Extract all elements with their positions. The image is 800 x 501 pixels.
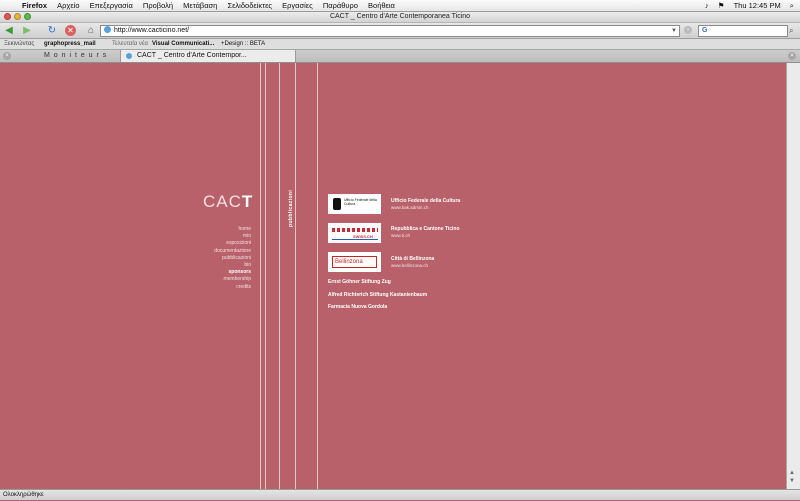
- search-input[interactable]: G: [698, 25, 788, 37]
- logo-text: CAC: [203, 192, 242, 211]
- nav-sponsors[interactable]: sponsors: [200, 269, 251, 276]
- search-engine-icon[interactable]: G: [702, 27, 707, 34]
- url-history-dropdown-icon[interactable]: ▼: [671, 26, 677, 36]
- forward-arrow-icon[interactable]: ▶: [21, 25, 33, 36]
- section-vertical-label: pubblicazioni: [288, 189, 294, 227]
- menu-app-name[interactable]: Firefox: [22, 1, 47, 10]
- menu-edit[interactable]: Επεξεργασία: [90, 1, 133, 10]
- divider-line: [317, 63, 318, 489]
- menu-help[interactable]: Βοήθεια: [368, 1, 395, 10]
- sponsor-info: Ufficio Federale della Cultura www.bak.a…: [391, 198, 460, 211]
- vertical-scrollbar[interactable]: ▲ ▼: [786, 63, 800, 489]
- volume-icon[interactable]: ♪: [705, 1, 709, 10]
- window-title: CACT _ Centro d'Arte Contemporanea Ticin…: [329, 13, 471, 20]
- reload-icon[interactable]: ↻: [46, 25, 58, 36]
- nav-documentazione[interactable]: documentazione: [200, 248, 251, 255]
- divider-line: [295, 63, 296, 489]
- page-content: CACT home mio esposizioni documentazione…: [0, 63, 786, 489]
- divider-line: [265, 63, 266, 489]
- flag-icon[interactable]: ⚑: [718, 1, 725, 10]
- site-navigation: home mio esposizioni documentazione pubb…: [200, 226, 251, 291]
- go-button[interactable]: ›: [684, 26, 692, 34]
- nav-credits[interactable]: credits: [200, 284, 251, 291]
- foundation-sponsor: Farmacia Nuova Gordola: [328, 304, 388, 310]
- tab-moniteurs[interactable]: M o n i t e u r s: [14, 50, 118, 62]
- scroll-arrows-icon[interactable]: ▲ ▼: [789, 469, 795, 485]
- tab-label: CACT _ Centro d'Arte Contempor...: [137, 52, 247, 59]
- menu-go[interactable]: Μετάβαση: [183, 1, 217, 10]
- nav-pubblicazioni[interactable]: pubblicazioni: [200, 255, 251, 262]
- sponsor-logo-bellinzona[interactable]: Bellinzona: [328, 252, 381, 272]
- bookmark-design-beta[interactable]: +Design :: BETA: [221, 39, 265, 49]
- close-tab-icon[interactable]: ×: [3, 52, 11, 60]
- sponsor-url[interactable]: www.ti.ch: [391, 233, 460, 240]
- divider-line: [279, 63, 280, 489]
- spotlight-icon[interactable]: ⌕: [790, 1, 794, 10]
- nav-esposizioni[interactable]: esposizioni: [200, 240, 251, 247]
- tab-label: M o n i t e u r s: [44, 52, 108, 59]
- site-logo[interactable]: CACT: [203, 192, 253, 212]
- minimize-window-button[interactable]: [14, 13, 21, 20]
- menubar: Firefox Αρχείο Επεξεργασία Προβολή Μετάβ…: [0, 0, 800, 12]
- home-icon[interactable]: ⌂: [85, 25, 97, 36]
- divider-line: [260, 63, 261, 489]
- zoom-window-button[interactable]: [24, 13, 31, 20]
- foundation-sponsor: Ernst Göhner Stiftung Zug: [328, 279, 391, 285]
- canton-bar-icon: [332, 239, 378, 240]
- bookmark-getting-started[interactable]: Ξεκινώντας: [4, 39, 34, 49]
- sponsor-logo-text: Bellinzona: [332, 256, 377, 268]
- bookmark-graphopress-mail[interactable]: graphopress_mail: [44, 39, 96, 49]
- canton-stripe-icon: [332, 228, 378, 232]
- sponsor-info: Repubblica e Cantone Ticino www.ti.ch: [391, 226, 460, 239]
- nav-membership[interactable]: membership: [200, 276, 251, 283]
- menu-window[interactable]: Παράθυρο: [323, 1, 358, 10]
- tab-favicon-icon: [126, 53, 132, 59]
- bookmark-latest-news[interactable]: Τελευταία νέα: [112, 39, 148, 49]
- swiss-federal-mark-icon: [333, 198, 341, 210]
- stop-icon[interactable]: ✕: [65, 25, 76, 36]
- close-window-button[interactable]: [4, 13, 11, 20]
- bookmark-visual-communication[interactable]: Visual Communicati...: [152, 39, 214, 49]
- menubar-clock[interactable]: Thu 12:45 PM: [734, 1, 781, 10]
- sponsor-title: Repubblica e Cantone Ticino: [391, 226, 460, 232]
- sponsor-logo-text: Ufficio Federale della Cultura: [344, 198, 377, 206]
- status-text: Ολοκληρώθηκε: [3, 492, 44, 498]
- navigation-toolbar: ◀ ▶ ↻ ✕ ⌂ http://www.cacticino.net/ ▼ › …: [0, 23, 800, 39]
- sponsor-info: Città di Bellinzona www.bellinzona.ch: [391, 256, 434, 269]
- nav-home[interactable]: home: [200, 226, 251, 233]
- sponsor-title: Ufficio Federale della Cultura: [391, 198, 461, 204]
- sponsor-logo-canton-ticino[interactable]: SWISS.CH: [328, 223, 381, 243]
- sponsor-url[interactable]: www.bak.admin.ch: [391, 205, 460, 212]
- menu-bookmarks[interactable]: Σελιδοδείκτες: [227, 1, 272, 10]
- nav-mio[interactable]: mio: [200, 233, 251, 240]
- sponsor-url[interactable]: www.bellinzona.ch: [391, 263, 434, 270]
- site-favicon-icon: [104, 26, 111, 33]
- sponsor-logo-federal-office[interactable]: Ufficio Federale della Cultura: [328, 194, 381, 214]
- window-titlebar: CACT _ Centro d'Arte Contemporanea Ticin…: [0, 12, 800, 23]
- url-bar[interactable]: http://www.cacticino.net/ ▼: [100, 25, 680, 37]
- url-text[interactable]: http://www.cacticino.net/: [114, 27, 189, 34]
- logo-text-bold: T: [241, 192, 254, 211]
- tab-strip: × M o n i t e u r s CACT _ Centro d'Arte…: [0, 50, 800, 63]
- menu-file[interactable]: Αρχείο: [57, 1, 79, 10]
- close-tab-icon[interactable]: ×: [788, 52, 796, 60]
- foundation-sponsor: Alfred Richterich Stiftung Kastanienbaum: [328, 292, 428, 298]
- tab-cact[interactable]: CACT _ Centro d'Arte Contempor...: [120, 50, 296, 62]
- search-magnifier-icon[interactable]: ⌕: [789, 26, 793, 36]
- back-arrow-icon[interactable]: ◀: [3, 25, 15, 36]
- nav-bio[interactable]: bio: [200, 262, 251, 269]
- bookmarks-toolbar: Ξεκινώντας graphopress_mail Τελευταία νέ…: [0, 39, 800, 50]
- status-bar: Ολοκληρώθηκε: [0, 489, 800, 500]
- menu-view[interactable]: Προβολή: [143, 1, 173, 10]
- sponsor-title: Città di Bellinzona: [391, 256, 435, 262]
- menu-tools[interactable]: Εργασίες: [282, 1, 313, 10]
